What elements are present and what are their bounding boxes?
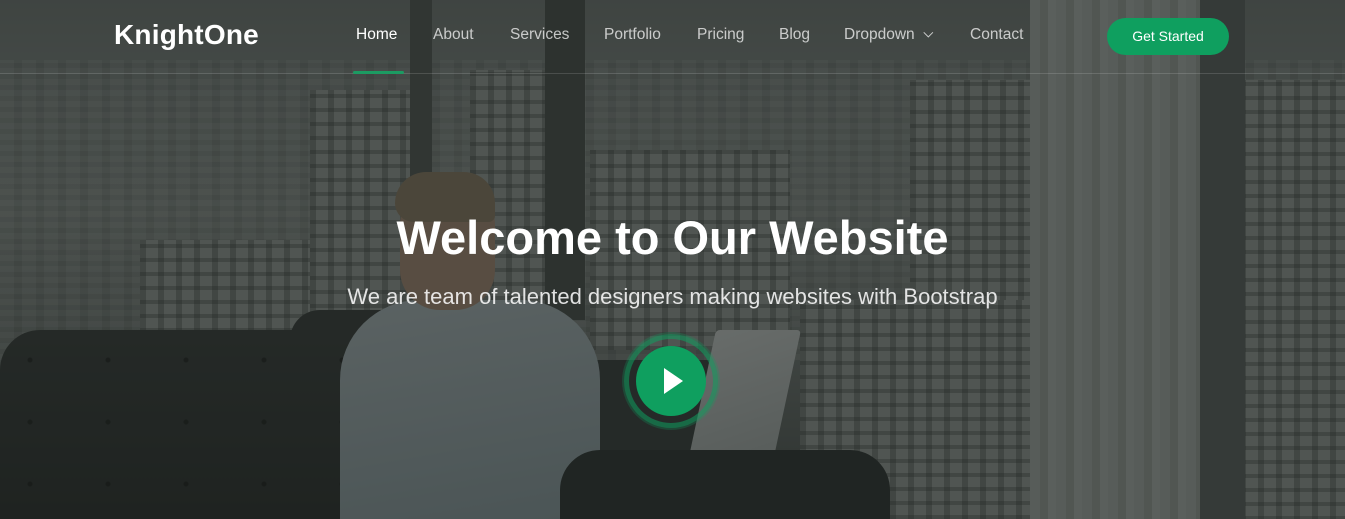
nav-item-services[interactable]: Services xyxy=(510,26,569,44)
nav-active-indicator xyxy=(353,71,404,74)
nav-item-dropdown-label: Dropdown xyxy=(844,26,915,43)
site-header: KnightOne Home About Services Portfolio … xyxy=(0,0,1345,74)
play-button-circle xyxy=(636,346,706,416)
hero-subtitle: We are team of talented designers making… xyxy=(347,284,998,309)
hero-section: KnightOne Home About Services Portfolio … xyxy=(0,0,1345,519)
nav-item-pricing[interactable]: Pricing xyxy=(697,26,744,44)
nav-item-dropdown[interactable]: Dropdown xyxy=(844,26,933,44)
nav-item-about[interactable]: About xyxy=(433,26,474,44)
play-icon xyxy=(664,368,683,394)
nav-item-blog[interactable]: Blog xyxy=(779,26,810,44)
nav-item-contact[interactable]: Contact xyxy=(970,26,1023,44)
hero-title: Welcome to Our Website xyxy=(396,211,949,264)
nav-item-portfolio[interactable]: Portfolio xyxy=(604,26,661,44)
play-video-button[interactable] xyxy=(624,334,718,428)
get-started-button[interactable]: Get Started xyxy=(1107,18,1229,55)
nav-item-home[interactable]: Home xyxy=(356,26,397,44)
chevron-down-icon xyxy=(923,27,933,38)
